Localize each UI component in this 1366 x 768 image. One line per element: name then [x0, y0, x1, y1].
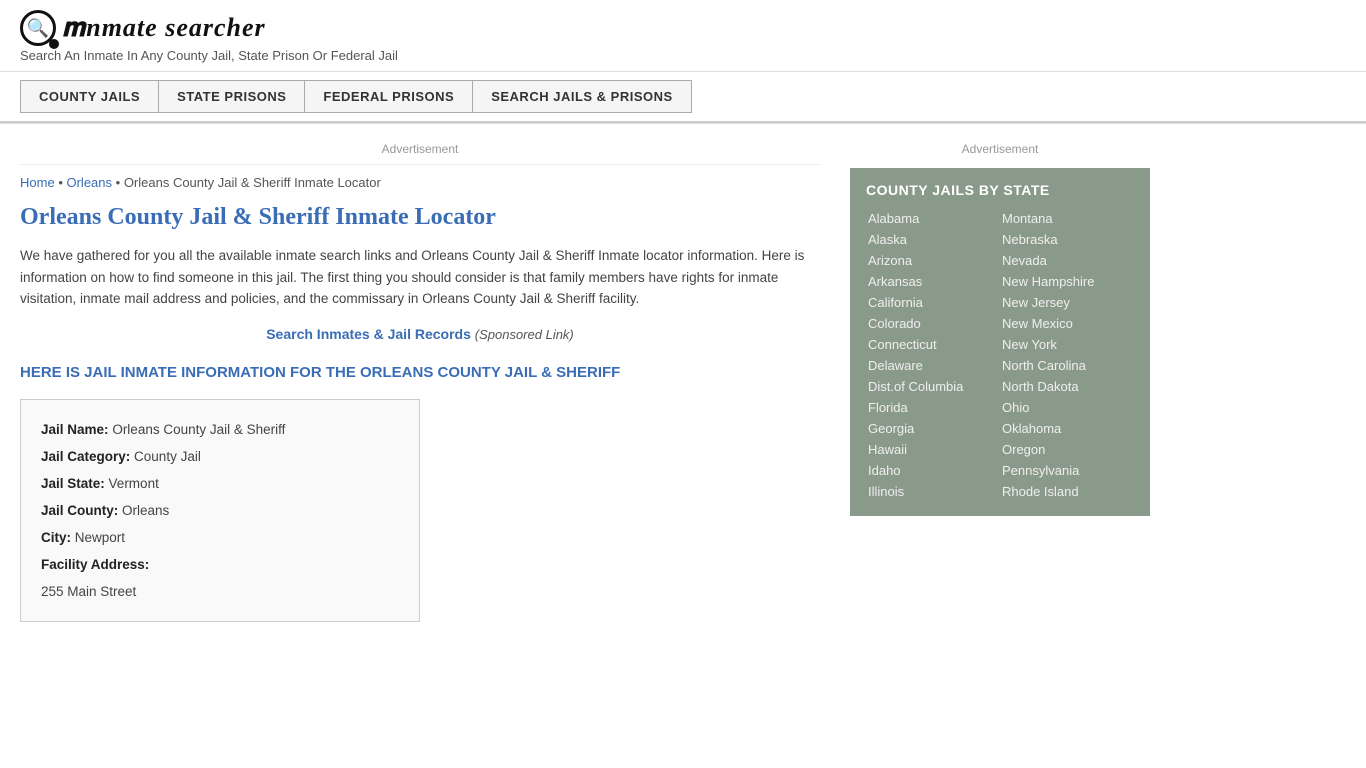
section-heading: HERE IS JAIL INMATE INFORMATION FOR THE … [20, 362, 820, 383]
state-item[interactable]: North Carolina [1000, 355, 1134, 376]
state-item[interactable]: Nevada [1000, 250, 1134, 271]
info-box: Jail Name: Orleans County Jail & Sheriff… [20, 399, 420, 622]
states-grid: AlabamaAlaskaArizonaArkansasCaliforniaCo… [866, 208, 1134, 502]
state-item[interactable]: New Hampshire [1000, 271, 1134, 292]
state-item[interactable]: Arkansas [866, 271, 1000, 292]
logo-icon: 🔍 [20, 10, 56, 46]
states-col-2: MontanaNebraskaNevadaNew HampshireNew Je… [1000, 208, 1134, 502]
nav-bar: COUNTY JAILS STATE PRISONS FEDERAL PRISO… [0, 72, 1366, 123]
state-item[interactable]: Oregon [1000, 439, 1134, 460]
logo-text: 𝐦nmate searcher [62, 13, 266, 44]
nav-county-jails[interactable]: COUNTY JAILS [20, 80, 158, 113]
state-item[interactable]: Dist.of Columbia [866, 376, 1000, 397]
breadcrumb-current: Orleans County Jail & Sheriff Inmate Loc… [124, 175, 381, 190]
jail-county-row: Jail County: Orleans [41, 497, 399, 524]
breadcrumb: Home • Orleans • Orleans County Jail & S… [20, 165, 820, 204]
breadcrumb-home[interactable]: Home [20, 175, 55, 190]
state-item[interactable]: California [866, 292, 1000, 313]
jail-county-val: Orleans [122, 503, 169, 518]
state-item[interactable]: Oklahoma [1000, 418, 1134, 439]
state-item[interactable]: Arizona [866, 250, 1000, 271]
state-item[interactable]: Nebraska [1000, 229, 1134, 250]
top-ad: Advertisement [20, 134, 820, 165]
jail-county-label: Jail County: [41, 503, 118, 518]
state-item[interactable]: New York [1000, 334, 1134, 355]
jail-state-row: Jail State: Vermont [41, 470, 399, 497]
jail-name-row: Jail Name: Orleans County Jail & Sheriff [41, 416, 399, 443]
state-item[interactable]: Idaho [866, 460, 1000, 481]
jail-address-label: Facility Address: [41, 557, 149, 572]
jail-category-label: Jail Category: [41, 449, 130, 464]
jail-state-val: Vermont [109, 476, 159, 491]
header: 🔍 𝐦nmate searcher Search An Inmate In An… [0, 0, 1366, 72]
jail-city-val: Newport [75, 530, 125, 545]
jail-name-val: Orleans County Jail & Sheriff [112, 422, 285, 437]
state-item[interactable]: New Mexico [1000, 313, 1134, 334]
state-item[interactable]: Ohio [1000, 397, 1134, 418]
breadcrumb-location[interactable]: Orleans [66, 175, 112, 190]
state-item[interactable]: Illinois [866, 481, 1000, 502]
state-item[interactable]: New Jersey [1000, 292, 1134, 313]
state-item[interactable]: Pennsylvania [1000, 460, 1134, 481]
jail-category-row: Jail Category: County Jail [41, 443, 399, 470]
page-title: Orleans County Jail & Sheriff Inmate Loc… [20, 204, 820, 231]
jail-name-label: Jail Name: [41, 422, 109, 437]
state-item[interactable]: Georgia [866, 418, 1000, 439]
jail-city-row: City: Newport [41, 524, 399, 551]
county-jails-title: COUNTY JAILS BY STATE [866, 182, 1134, 198]
layout: Advertisement Home • Orleans • Orleans C… [0, 124, 1366, 642]
state-item[interactable]: Hawaii [866, 439, 1000, 460]
nav-state-prisons[interactable]: STATE PRISONS [158, 80, 304, 113]
nav-federal-prisons[interactable]: FEDERAL PRISONS [304, 80, 472, 113]
county-jails-by-state: COUNTY JAILS BY STATE AlabamaAlaskaArizo… [850, 168, 1150, 516]
state-item[interactable]: Florida [866, 397, 1000, 418]
main-content: Advertisement Home • Orleans • Orleans C… [20, 124, 840, 642]
state-item[interactable]: Alabama [866, 208, 1000, 229]
state-item[interactable]: Alaska [866, 229, 1000, 250]
jail-state-label: Jail State: [41, 476, 105, 491]
jail-category-val: County Jail [134, 449, 201, 464]
state-item[interactable]: Colorado [866, 313, 1000, 334]
intro-text: We have gathered for you all the availab… [20, 245, 820, 310]
breadcrumb-sep2: • [116, 175, 124, 190]
sponsored-text: (Sponsored Link) [475, 327, 574, 342]
state-item[interactable]: North Dakota [1000, 376, 1134, 397]
state-item[interactable]: Delaware [866, 355, 1000, 376]
sidebar: Advertisement COUNTY JAILS BY STATE Alab… [840, 124, 1150, 642]
states-col-1: AlabamaAlaskaArizonaArkansasCaliforniaCo… [866, 208, 1000, 502]
nav-search-jails[interactable]: SEARCH JAILS & PRISONS [472, 80, 691, 113]
state-item[interactable]: Rhode Island [1000, 481, 1134, 502]
sidebar-ad: Advertisement [850, 134, 1150, 168]
search-inmates-link[interactable]: Search Inmates & Jail Records [266, 326, 471, 342]
state-item[interactable]: Connecticut [866, 334, 1000, 355]
search-link-area: Search Inmates & Jail Records (Sponsored… [20, 326, 820, 342]
state-item[interactable]: Montana [1000, 208, 1134, 229]
jail-city-label: City: [41, 530, 71, 545]
jail-address-value: 255 Main Street [41, 584, 136, 599]
tagline: Search An Inmate In Any County Jail, Sta… [20, 48, 1346, 63]
logo-area: 🔍 𝐦nmate searcher [20, 10, 1346, 46]
jail-address-row: Facility Address: 255 Main Street [41, 551, 399, 605]
